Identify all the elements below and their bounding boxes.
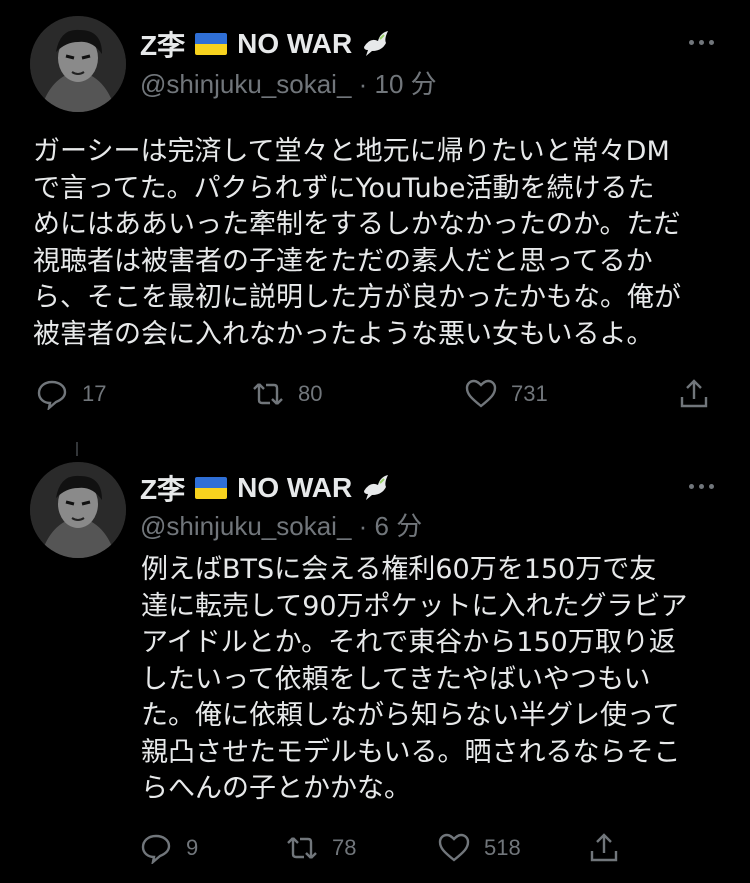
avatar-image [30,462,126,558]
retweet-icon [287,837,317,859]
like-button[interactable]: 518 [438,832,521,864]
heart-icon [438,833,470,862]
tweet-text-line: めにはああいった牽制をするしかなかったのか。ただ [33,209,681,240]
share-button[interactable] [678,378,724,410]
tweet-text-line: 達に転売して90万ポケットに入れたグラビア [141,590,688,622]
handle-line: @shinjuku_sokai_ · 10 分 [140,64,437,101]
dove-icon [364,31,389,56]
tweet-text-line: 被害者の会に入れなかったような悪い女もいるよ。 [33,318,654,350]
tweet-text-line: で言ってた。パクられずにYouTube活動を続けるた [33,172,655,204]
author-name[interactable]: Z李 [140,24,185,64]
tweet-actions: 9 78 518 [0,832,750,872]
thread-connector [76,442,78,456]
more-icon[interactable] [689,484,714,489]
like-count: 731 [511,381,548,406]
reply-count: 17 [82,381,107,406]
more-icon[interactable] [689,40,714,45]
avatar-image [30,16,126,112]
ukraine-flag-icon [195,33,228,55]
author-name[interactable]: Z李 [140,468,185,508]
retweet-button[interactable]: 78 [286,832,356,864]
tweet-text-line: らへんの子とかかな。 [141,773,411,804]
retweet-count: 78 [332,835,357,860]
avatar[interactable] [30,462,126,558]
reply-count: 9 [186,835,199,860]
author-suffix[interactable]: NO WAR [237,28,352,60]
reply-button[interactable]: 17 [36,378,106,410]
like-button[interactable]: 731 [465,378,548,410]
share-icon [590,833,618,862]
ukraine-flag-icon [195,477,228,499]
tweet-text: ガーシーは完済して堂々と地元に帰りたいと常々DM で言ってた。パクられずにYou… [33,134,681,353]
dove-icon [364,475,389,500]
tweet-text: 例えばBTSに会える権利60万を150万で友 達に転売して90万ポケットに入れた… [141,552,688,808]
tweet-text-line: 親凸させたモデルもいる。晒されるならそこ [141,736,681,768]
tweet-text-line: ら、そこを最初に説明した方が良かったかもな。俺が [33,282,681,313]
tweet-time[interactable]: · 6 分 [359,511,423,541]
avatar[interactable] [30,16,126,112]
tweet-actions: 17 80 731 [0,378,750,418]
retweet-icon [253,383,283,405]
like-count: 518 [484,835,521,860]
share-icon [680,379,708,408]
retweet-count: 80 [298,381,323,406]
reply-button[interactable]: 9 [140,832,198,864]
retweet-button[interactable]: 80 [252,378,322,410]
tweet-text-line: アイドルとか。それで東谷から150万取り返 [141,627,676,658]
tweet-text-line: た。俺に依頼しながら知らない半グレ使って [141,700,680,731]
reply-icon [37,380,67,410]
author-name-line[interactable]: Z李 NO WAR [140,468,392,508]
tweet-text-line: ガーシーは完済して堂々と地元に帰りたいと常々DM [33,136,670,167]
reply-icon [141,834,171,864]
heart-icon [465,379,497,408]
tweet-text-line: 視聴者は被害者の子達をただの素人だと思ってるか [33,245,653,277]
author-handle[interactable]: @shinjuku_sokai_ [140,511,351,541]
tweet-text-line: 例えばBTSに会える権利60万を150万で友 [141,554,657,585]
author-name-line[interactable]: Z李 NO WAR [140,24,392,64]
share-button[interactable] [588,832,634,864]
tweet-text-line: したいって依頼をしてきたやばいやつもい [141,663,651,695]
author-handle[interactable]: @shinjuku_sokai_ [140,69,351,99]
handle-line: @shinjuku_sokai_ · 6 分 [140,506,422,543]
author-suffix[interactable]: NO WAR [237,472,352,504]
tweet-time[interactable]: · 10 分 [359,69,437,99]
